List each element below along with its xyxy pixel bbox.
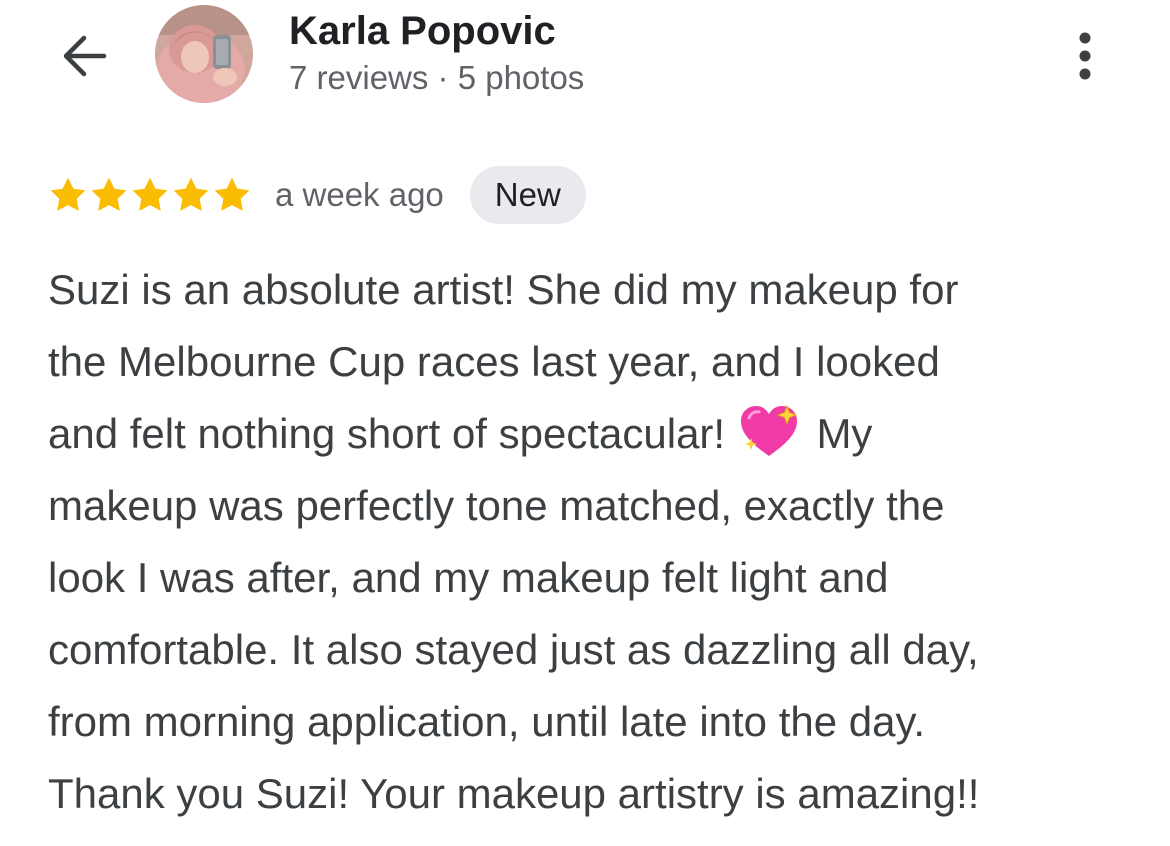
arrow-back-icon: [63, 35, 107, 77]
back-button[interactable]: [52, 24, 116, 88]
reviewer-name[interactable]: Karla Popovic: [289, 9, 556, 54]
star-icon: [173, 177, 209, 211]
avatar[interactable]: [155, 5, 253, 103]
review-date: a week ago: [275, 176, 444, 213]
star-icon: [50, 177, 86, 211]
review-text-part2: My makeup was perfectly tone matched, ex…: [48, 410, 980, 817]
review-meta-row: a week ago New: [48, 164, 586, 226]
review-text: Suzi is an absolute artist! She did my m…: [48, 254, 1138, 830]
star-icon: [91, 177, 127, 211]
review-header: Karla Popovic 7 reviews · 5 photos: [0, 0, 1170, 120]
reviewer-stats: 7 reviews · 5 photos: [289, 59, 585, 96]
sparkling-heart-icon: [739, 404, 799, 460]
more-options-button[interactable]: [1060, 24, 1110, 88]
star-icon: [132, 177, 168, 211]
more-vert-icon: [1079, 32, 1091, 80]
new-badge: New: [469, 166, 586, 224]
star-rating: [48, 175, 252, 215]
star-icon: [214, 177, 250, 211]
